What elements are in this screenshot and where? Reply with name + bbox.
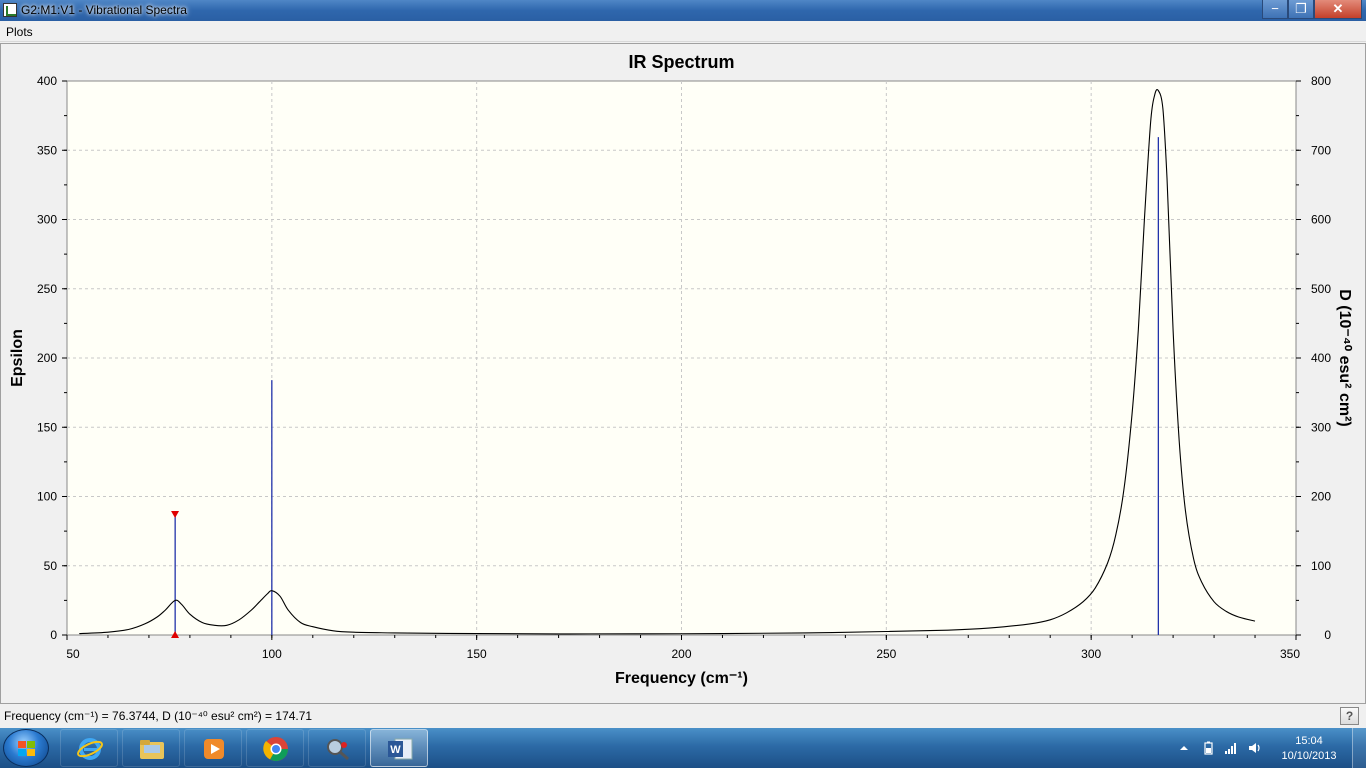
x-tick-label: 300	[1081, 647, 1101, 661]
y-tick-label: 400	[37, 74, 57, 88]
menu-bar: Plots	[0, 21, 1366, 42]
y-tick-label: 0	[50, 628, 57, 642]
y-tick-label: 100	[37, 490, 57, 504]
y2-tick-label: 300	[1311, 420, 1331, 434]
y-axis-label: Epsilon	[9, 329, 26, 387]
gaussview-icon	[327, 739, 349, 761]
y-tick-label: 200	[37, 351, 57, 365]
window-title: G2:M1:V1 - Vibrational Spectra	[21, 3, 187, 17]
y2-axis-label: D (10⁻⁴⁰ esu² cm²)	[1336, 289, 1353, 426]
clock-time: 15:04	[1295, 735, 1323, 747]
start-button[interactable]	[3, 729, 49, 767]
x-tick-label: 250	[876, 647, 896, 661]
chart-title: IR Spectrum	[628, 52, 734, 72]
ie-icon	[77, 738, 103, 760]
x-tick-label: 150	[467, 647, 487, 661]
taskbar-gaussview[interactable]	[308, 729, 366, 767]
taskbar-media-player[interactable]	[184, 729, 242, 767]
volume-icon[interactable]	[1248, 741, 1262, 755]
y-tick-label: 250	[37, 282, 57, 296]
taskbar-word[interactable]: W	[370, 729, 428, 767]
taskbar-internet-explorer[interactable]	[60, 729, 118, 767]
y2-tick-label: 400	[1311, 351, 1331, 365]
y2-tick-label: 0	[1324, 628, 1331, 642]
menu-plots[interactable]: Plots	[6, 25, 33, 39]
x-tick-label: 50	[66, 647, 80, 661]
media-player-icon	[204, 739, 224, 759]
y-tick-label: 300	[37, 213, 57, 227]
minimize-button[interactable]: −	[1262, 0, 1288, 19]
status-bar: Frequency (cm⁻¹) = 76.3744, D (10⁻⁴⁰ esu…	[0, 704, 1366, 728]
x-axis-label: Frequency (cm⁻¹)	[615, 670, 748, 687]
show-hidden-icons-icon[interactable]	[1177, 741, 1191, 755]
y-tick-label: 350	[37, 143, 57, 157]
ir-spectrum-chart[interactable]: 50 100 150 200 250 300 350 0 50 100 150 200 250 300 35…	[0, 43, 1366, 704]
word-icon: W	[388, 738, 413, 760]
y2-tick-label: 700	[1311, 143, 1331, 157]
title-bar[interactable]: G2:M1:V1 - Vibrational Spectra − ❐ ✕	[0, 0, 1366, 21]
svg-text:W: W	[390, 744, 401, 756]
y2-tick-label: 200	[1311, 490, 1331, 504]
y-tick-label: 50	[44, 559, 58, 573]
maximize-button[interactable]: ❐	[1288, 0, 1314, 19]
y-tick-label: 150	[37, 420, 57, 434]
x-tick-label: 100	[262, 647, 282, 661]
taskbar-chrome[interactable]	[246, 729, 304, 767]
y2-tick-label: 600	[1311, 213, 1331, 227]
x-tick-label: 350	[1280, 647, 1300, 661]
status-readout: Frequency (cm⁻¹) = 76.3744, D (10⁻⁴⁰ esu…	[4, 709, 313, 723]
y2-tick-label: 500	[1311, 282, 1331, 296]
app-icon[interactable]	[3, 3, 17, 17]
windows-logo-icon	[18, 741, 36, 757]
taskbar-file-explorer[interactable]	[122, 729, 180, 767]
chrome-icon	[263, 737, 288, 762]
x-tick-label: 200	[671, 647, 691, 661]
show-desktop-button[interactable]	[1352, 728, 1366, 768]
system-clock[interactable]: 15:04 10/10/2013	[1272, 734, 1346, 764]
network-signal-icon[interactable]	[1224, 741, 1238, 755]
folder-icon	[140, 740, 164, 759]
help-button[interactable]: ?	[1340, 707, 1359, 725]
close-button[interactable]: ✕	[1314, 0, 1362, 19]
battery-icon[interactable]	[1201, 741, 1215, 755]
clock-date: 10/10/2013	[1281, 750, 1337, 762]
y2-tick-label: 100	[1311, 559, 1331, 573]
y2-tick-label: 800	[1311, 74, 1331, 88]
taskbar: W 15:04 10/10/2013	[0, 728, 1366, 768]
